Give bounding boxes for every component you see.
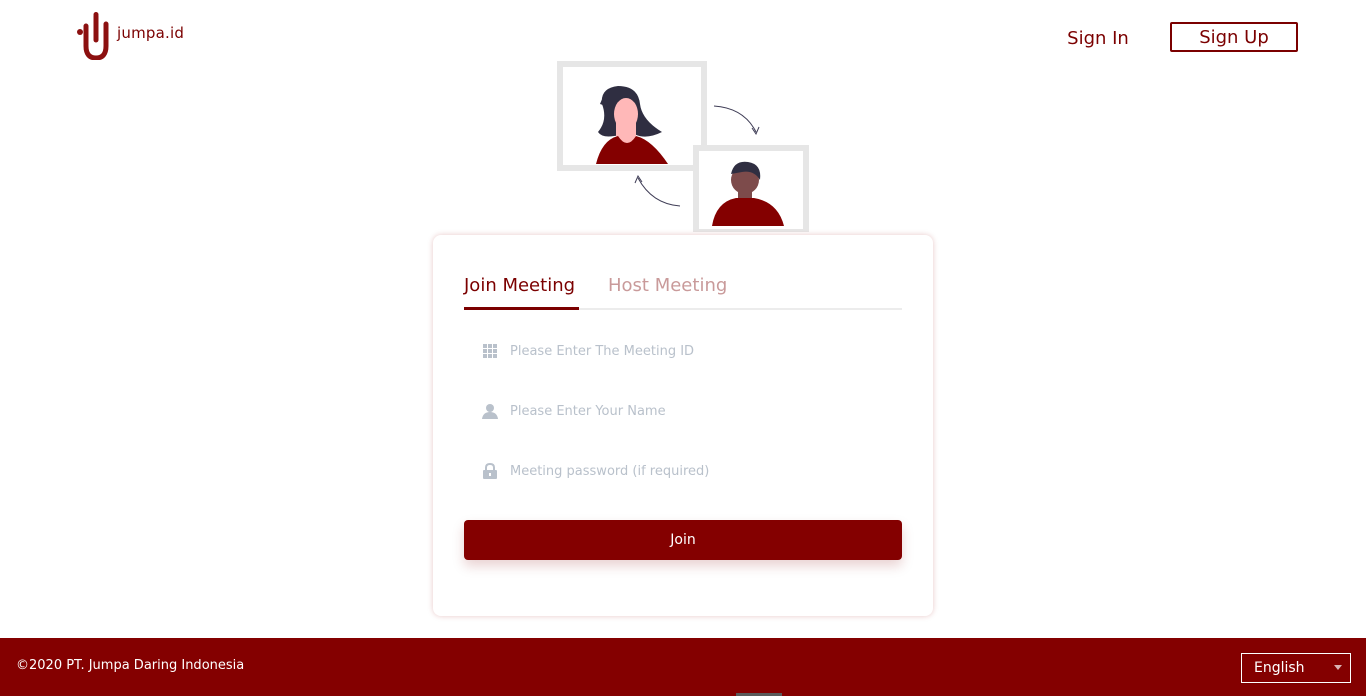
chevron-down-icon (1334, 665, 1342, 670)
logo-text: jumpa.id (117, 24, 185, 42)
lock-icon (482, 463, 498, 479)
tab-host-meeting[interactable]: Host Meeting (608, 275, 738, 310)
jumpa-logo-icon (77, 12, 109, 60)
password-field[interactable]: Meeting password (if required) (464, 451, 902, 491)
language-value: English (1254, 660, 1305, 676)
tab-join-meeting[interactable]: Join Meeting (464, 275, 579, 310)
name-field[interactable]: Please Enter Your Name (464, 391, 902, 431)
page: jumpa.id Sign In Sign Up Join Meeting Ho… (0, 0, 1366, 696)
sign-in-link[interactable]: Sign In (1056, 24, 1140, 52)
grid-icon (482, 343, 498, 359)
meeting-card: Join Meeting Host Meeting Please Enter T… (433, 235, 933, 616)
language-select[interactable]: English (1240, 652, 1352, 684)
footer: ©2020 PT. Jumpa Daring Indonesia English (0, 638, 1366, 696)
meeting-id-field[interactable]: Please Enter The Meeting ID (464, 331, 902, 371)
meeting-tabs: Join Meeting Host Meeting (464, 269, 902, 310)
name-placeholder: Please Enter Your Name (510, 403, 666, 419)
video-call-illustration (557, 61, 809, 232)
logo[interactable]: jumpa.id (76, 12, 184, 60)
user-icon (482, 403, 498, 419)
copyright-text: ©2020 PT. Jumpa Daring Indonesia (16, 658, 245, 673)
sign-up-button[interactable]: Sign Up (1170, 22, 1298, 52)
join-button[interactable]: Join (464, 520, 902, 560)
password-placeholder: Meeting password (if required) (510, 463, 710, 479)
meeting-id-placeholder: Please Enter The Meeting ID (510, 343, 695, 359)
